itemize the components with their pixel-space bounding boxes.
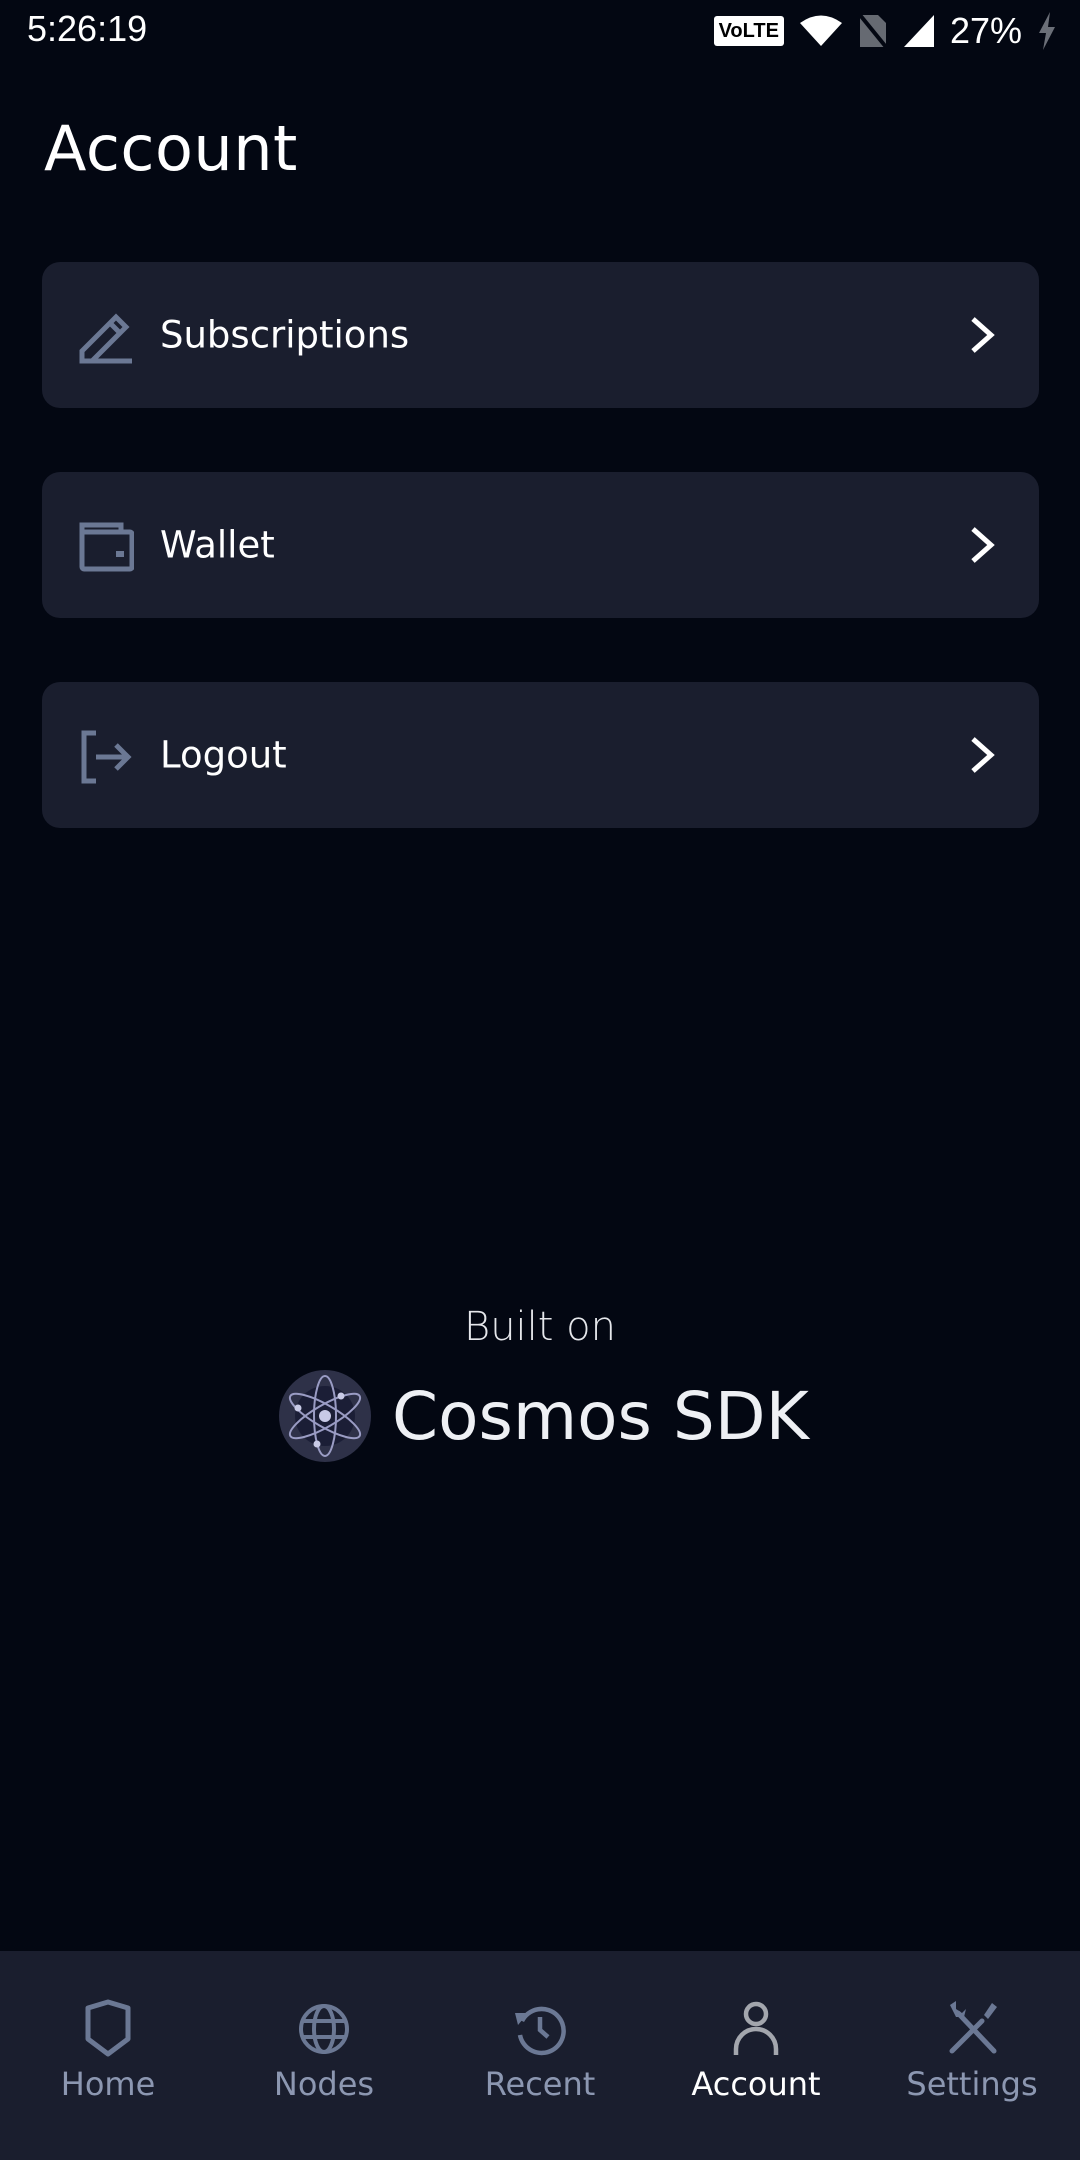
no-sim-icon bbox=[858, 13, 888, 49]
nav-label: Nodes bbox=[273, 2065, 375, 2103]
cosmos-sdk-label: Cosmos SDK bbox=[392, 1377, 809, 1455]
nav-item-nodes[interactable]: Nodes bbox=[216, 1951, 432, 2160]
built-on-label: Built on bbox=[464, 1304, 616, 1350]
menu-item-subscriptions[interactable]: Subscriptions bbox=[42, 262, 1039, 408]
page-title: Account bbox=[44, 112, 298, 185]
cosmos-brand: Cosmos SDK bbox=[278, 1368, 809, 1464]
shield-icon bbox=[85, 1999, 131, 2057]
cosmos-atom-icon bbox=[279, 1370, 371, 1462]
status-icons: VoLTE 27% bbox=[713, 10, 1058, 52]
nav-label: Account bbox=[691, 2065, 821, 2103]
menu-item-wallet[interactable]: Wallet bbox=[42, 472, 1039, 618]
status-bar: 5:26:19 VoLTE 27% bbox=[0, 0, 1080, 62]
pencil-icon bbox=[79, 313, 132, 364]
battery-percent: 27% bbox=[949, 10, 1022, 51]
globe-icon bbox=[299, 2004, 349, 2054]
chevron-right-icon bbox=[971, 527, 995, 563]
menu-item-label: Logout bbox=[160, 733, 287, 777]
menu-item-label: Wallet bbox=[160, 523, 275, 567]
bottom-nav: Home Nodes Recent Account Settings bbox=[0, 1951, 1080, 2160]
nav-label: Settings bbox=[906, 2065, 1038, 2103]
chevron-right-icon bbox=[971, 737, 995, 773]
signal-icon bbox=[903, 15, 934, 47]
menu-item-logout[interactable]: Logout bbox=[42, 682, 1039, 828]
menu-item-label: Subscriptions bbox=[160, 313, 410, 357]
logout-icon bbox=[81, 730, 132, 784]
status-time: 5:26:19 bbox=[27, 8, 148, 49]
user-icon bbox=[733, 2001, 779, 2055]
nav-item-home[interactable]: Home bbox=[0, 1951, 216, 2160]
nav-label: Home bbox=[60, 2065, 156, 2103]
tools-icon bbox=[949, 2001, 997, 2054]
nav-item-recent[interactable]: Recent bbox=[432, 1951, 648, 2160]
battery-charging-icon bbox=[1039, 12, 1055, 50]
wallet-icon bbox=[79, 522, 134, 572]
nav-item-settings[interactable]: Settings bbox=[864, 1951, 1080, 2160]
history-icon bbox=[515, 2006, 566, 2056]
nav-item-account[interactable]: Account bbox=[648, 1951, 864, 2160]
chevron-right-icon bbox=[971, 317, 995, 353]
nav-label: Recent bbox=[484, 2065, 596, 2103]
volte-icon: VoLTE bbox=[713, 16, 784, 46]
wifi-icon bbox=[799, 15, 842, 46]
